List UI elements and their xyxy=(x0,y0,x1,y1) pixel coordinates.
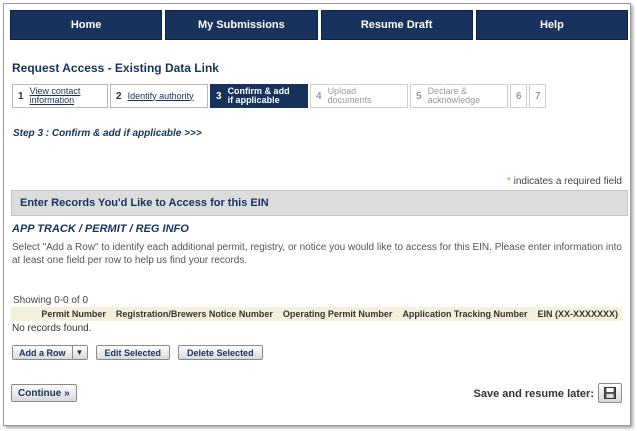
column-operating-permit-number[interactable]: Operating Permit Number xyxy=(283,309,393,319)
application-frame: Home My Submissions Resume Draft Help Re… xyxy=(3,3,631,426)
step-number: 2 xyxy=(116,90,122,102)
column-ein[interactable]: EIN (XX-XXXXXXX) xyxy=(537,309,618,319)
empty-table-message: No records found. xyxy=(12,323,92,334)
instructions-text: Select "Add a Row" to identify each addi… xyxy=(12,242,622,266)
add-row-split-button: Add a Row ▼ xyxy=(12,345,88,360)
continue-button[interactable]: Continue » xyxy=(11,384,77,402)
wizard-step-6: 6 xyxy=(510,84,527,108)
step-number: 4 xyxy=(316,90,322,102)
wizard-steps: 1 View contact information 2 Identify au… xyxy=(12,84,546,108)
records-table-header: Permit Number Registration/Brewers Notic… xyxy=(11,307,622,321)
wizard-step-4: 4 Upload documents xyxy=(310,84,408,108)
step-label: Confirm & add if applicable xyxy=(227,86,290,105)
step-number: 3 xyxy=(216,90,222,102)
nav-help[interactable]: Help xyxy=(475,10,628,40)
save-button[interactable] xyxy=(598,383,622,403)
wizard-step-2[interactable]: 2 Identify authority xyxy=(110,84,208,108)
edit-selected-button[interactable]: Edit Selected xyxy=(95,345,171,360)
wizard-step-1[interactable]: 1 View contact information xyxy=(12,84,108,108)
column-registration-number[interactable]: Registration/Brewers Notice Number xyxy=(116,309,273,319)
section-header: Enter Records You'd Like to Access for t… xyxy=(11,190,628,216)
wizard-step-7: 7 xyxy=(529,84,546,108)
subsection-title: APP TRACK / PERMIT / REG INFO xyxy=(12,223,189,235)
column-permit-number[interactable]: Permit Number xyxy=(41,309,106,319)
step-label: Declare & acknowledge xyxy=(427,86,481,105)
wizard-step-5: 5 Declare & acknowledge xyxy=(410,84,508,108)
step-number: 1 xyxy=(18,90,24,102)
nav-resume-draft[interactable]: Resume Draft xyxy=(320,10,473,40)
column-application-tracking-number[interactable]: Application Tracking Number xyxy=(402,309,527,319)
delete-selected-button[interactable]: Delete Selected xyxy=(178,345,263,360)
add-row-button[interactable]: Add a Row xyxy=(13,346,72,359)
step-heading: Step 3 : Confirm & add if applicable >>> xyxy=(13,128,202,139)
step-label: Upload documents xyxy=(327,86,372,105)
floppy-disk-icon xyxy=(604,387,616,399)
required-text: indicates a required field xyxy=(513,176,622,187)
caret-down-icon[interactable]: ▼ xyxy=(71,346,87,359)
page-title: Request Access - Existing Data Link xyxy=(12,61,219,75)
table-actions: Add a Row ▼ Edit Selected Delete Selecte… xyxy=(12,345,263,360)
step-label[interactable]: Identify authority xyxy=(128,91,194,101)
required-field-note: * indicates a required field xyxy=(507,176,622,187)
step-number: 7 xyxy=(535,90,541,102)
save-resume-label: Save and resume later: xyxy=(473,388,594,400)
required-star: * xyxy=(506,176,511,187)
step-number: 6 xyxy=(516,90,522,102)
record-count: Showing 0-0 of 0 xyxy=(13,295,89,306)
nav-home[interactable]: Home xyxy=(10,10,163,40)
wizard-step-3: 3 Confirm & add if applicable xyxy=(210,84,308,108)
step-number: 5 xyxy=(416,90,422,102)
top-navigation: Home My Submissions Resume Draft Help xyxy=(10,10,628,40)
step-label[interactable]: View contact information xyxy=(30,87,95,105)
nav-my-submissions[interactable]: My Submissions xyxy=(165,10,318,40)
